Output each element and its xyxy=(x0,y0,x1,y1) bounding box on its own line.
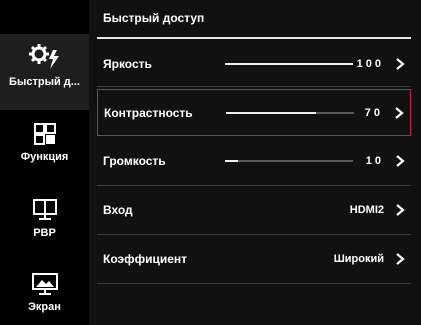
row-divider xyxy=(97,86,411,87)
menu-item-value: HDMI2 xyxy=(349,204,384,216)
slider-fill xyxy=(225,160,238,162)
menu-item-value: 10 xyxy=(365,155,384,167)
menu-item-aspect-ratio[interactable]: Коэффициент Широкий xyxy=(97,238,411,280)
menu-item-value: 70 xyxy=(364,106,383,119)
chevron-right-icon[interactable] xyxy=(395,57,405,71)
row-divider xyxy=(97,234,411,235)
grid-icon xyxy=(33,123,56,145)
chevron-right-icon[interactable] xyxy=(395,252,405,266)
sidebar-item-function[interactable]: Функция xyxy=(0,118,89,178)
quick-access-panel: Быстрый доступ Яркость 100 Контрастность… xyxy=(89,0,421,325)
sidebar-item-screen[interactable]: Экран xyxy=(0,266,89,325)
volume-slider[interactable] xyxy=(225,160,353,162)
sidebar-item-label: PBP xyxy=(33,227,56,239)
menu-item-contrast[interactable]: Контрастность 70 xyxy=(97,89,411,136)
menu-item-label: Яркость xyxy=(103,57,152,71)
chevron-right-icon[interactable] xyxy=(395,154,405,168)
sidebar-item-label: Быстрый д... xyxy=(9,76,80,88)
page-title: Быстрый доступ xyxy=(103,11,205,25)
header-divider xyxy=(97,37,411,39)
menu-item-label: Коэффициент xyxy=(103,252,188,266)
sidebar-item-pbp[interactable]: PBP xyxy=(0,194,89,254)
dual-monitor-icon xyxy=(32,199,57,220)
chevron-right-icon[interactable] xyxy=(394,106,404,120)
chevron-right-icon[interactable] xyxy=(395,203,405,217)
sidebar-item-label: Функция xyxy=(20,151,69,163)
menu-item-value: 100 xyxy=(356,58,384,70)
row-divider xyxy=(97,283,411,284)
contrast-slider[interactable] xyxy=(226,111,354,114)
gears-lightning-icon xyxy=(28,44,59,69)
monitor-picture-icon xyxy=(31,273,58,295)
brightness-slider[interactable] xyxy=(225,63,353,65)
sidebar-item-quick-access[interactable]: Быстрый д... xyxy=(0,34,89,110)
menu-item-volume[interactable]: Громкость 10 xyxy=(97,140,411,182)
menu-item-value: Широкий xyxy=(333,253,384,265)
menu-item-label: Вход xyxy=(103,203,133,217)
row-divider xyxy=(97,185,411,186)
menu-item-label: Громкость xyxy=(103,154,166,168)
slider-fill xyxy=(226,111,316,114)
menu-item-label: Контрастность xyxy=(104,105,193,120)
sidebar: Быстрый д... Функция PBP Экран xyxy=(0,0,89,325)
slider-fill xyxy=(225,63,353,65)
menu-item-brightness[interactable]: Яркость 100 xyxy=(97,43,411,85)
sidebar-item-label: Экран xyxy=(28,301,61,313)
menu-item-input[interactable]: Вход HDMI2 xyxy=(97,189,411,231)
